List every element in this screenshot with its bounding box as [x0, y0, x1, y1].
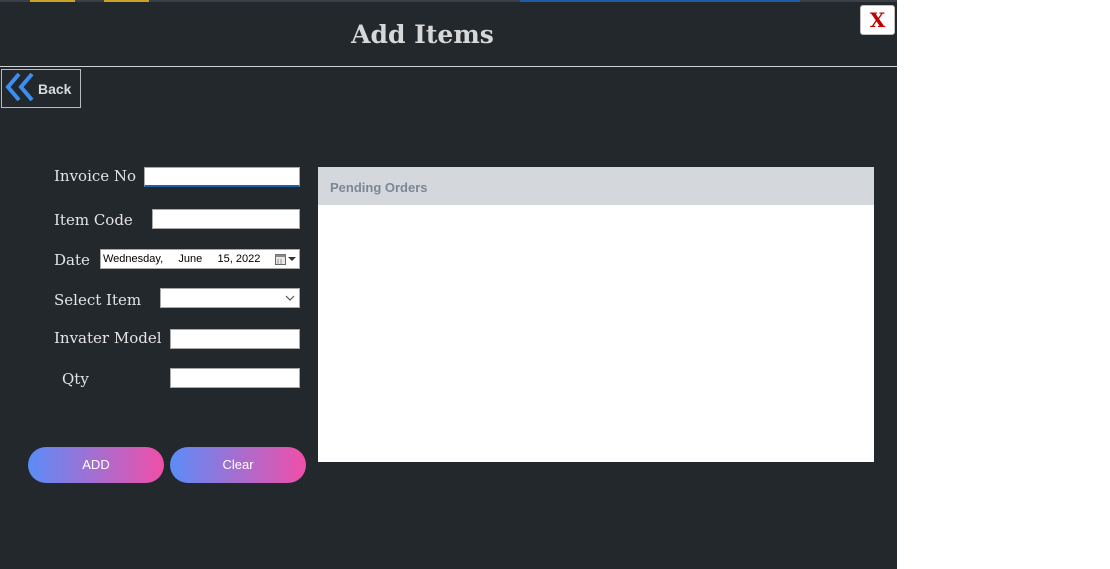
pending-orders-title: Pending Orders [330, 180, 428, 195]
invater-model-input[interactable] [170, 329, 300, 349]
qty-input[interactable] [170, 368, 300, 388]
double-chevron-left-icon [5, 72, 34, 102]
back-button[interactable]: Back [1, 69, 81, 108]
pending-orders-grid[interactable]: Pending Orders [318, 167, 874, 462]
dropdown-arrow-icon [288, 257, 296, 261]
item-code-input[interactable] [152, 209, 300, 229]
pending-orders-header: Pending Orders [318, 167, 874, 205]
invater-model-label: Invater Model [54, 329, 162, 347]
chevron-down-icon [285, 295, 295, 301]
top-strip [0, 0, 897, 2]
close-button[interactable]: X [860, 5, 895, 35]
select-item-dropdown[interactable] [160, 288, 300, 308]
date-value: Wednesday, June 15, 2022 [103, 253, 261, 265]
item-code-label: Item Code [54, 211, 133, 229]
add-items-window: Add Items X Back Invoice No Item Code Da… [0, 0, 897, 569]
select-item-label: Select Item [54, 291, 142, 309]
date-label: Date [54, 251, 90, 269]
title-divider [0, 66, 897, 67]
back-button-label: Back [38, 81, 72, 97]
calendar-icon [275, 254, 286, 265]
invoice-no-input[interactable] [144, 167, 300, 187]
page-title: Add Items [351, 20, 494, 49]
add-button[interactable]: ADD [28, 447, 164, 483]
qty-label: Qty [62, 370, 89, 388]
clear-button[interactable]: Clear [170, 447, 306, 483]
invoice-no-label: Invoice No [54, 167, 137, 185]
date-picker[interactable]: Wednesday, June 15, 2022 [100, 249, 300, 269]
